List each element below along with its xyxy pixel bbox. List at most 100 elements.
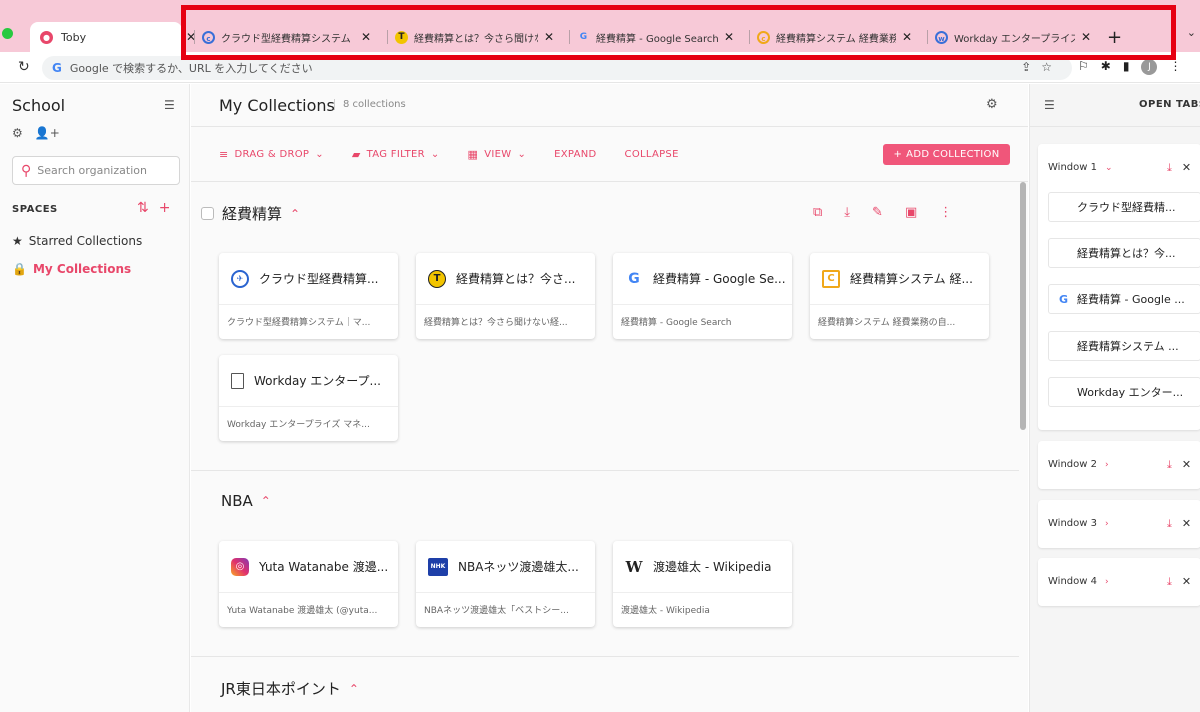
browser-tab-active[interactable]: ● Toby [30,22,182,52]
tab-card[interactable]: C 経費精算システム 経... 経費精算システム 経費業務の自... [810,253,989,339]
add-collection-button[interactable]: + ADD COLLECTION [883,144,1010,165]
window-header[interactable]: Window 4 › [1048,576,1109,587]
sidebar-actions: ⚙ 👤+ [12,126,60,140]
window-header[interactable]: Window 1 ⌄ [1048,162,1113,173]
browser-tab-title: 経費精算 - Google Search [596,33,718,45]
window-header[interactable]: Window 3 › [1048,518,1109,529]
close-icon[interactable]: ✕ [1182,575,1191,589]
window-actions: ⤓ ✕ [1167,161,1191,175]
extension-icon[interactable]: ⚐ [1078,59,1089,75]
tab-card[interactable]: T 経費精算とは？今さ... 経費精算とは？今さら聞けない経... [416,253,595,339]
puzzle-icon[interactable]: ✱ [1101,59,1111,75]
close-icon[interactable]: ✕ [544,30,554,44]
browser-tab[interactable]: c クラウド型経費精算システム ✕ [194,22,387,52]
close-icon[interactable]: ✕ [1182,517,1191,531]
scrollbar[interactable] [1020,182,1026,430]
collection-section: JR東日本ポイント ⌃ [191,658,1019,712]
more-icon[interactable]: ⋮ [939,205,952,220]
collection-checkbox[interactable] [201,207,214,220]
open-tab-item[interactable]: 経費精算システム ... [1048,331,1200,361]
close-icon[interactable]: ✕ [1182,161,1191,175]
browser-tab[interactable]: G 経費精算 - Google Search ✕ [569,22,749,52]
card-title: 渡邊雄太 - Wikipedia [653,560,772,574]
download-icon[interactable]: ⤓ [1167,517,1172,531]
card-title: NBAネッツ渡邊雄太... [458,560,579,574]
open-tab-item[interactable]: 経費精算とは？今... [1048,238,1200,268]
menu-icon[interactable]: ⋮ [1169,59,1181,75]
sidepanel-icon[interactable]: ▮ [1123,59,1130,75]
drag-drop-button[interactable]: ≡ DRAG & DROP ⌄ [219,148,324,161]
google-icon: G [579,31,588,42]
close-icon[interactable]: ✕ [724,30,734,44]
tab-card[interactable]: Workday エンタープ... Workday エンタープライズ マネ... [219,355,398,441]
open-tab-item[interactable]: Workday エンター... [1048,377,1200,407]
cloud-icon: c [202,30,215,44]
active-tab-close[interactable]: ✕ [186,22,196,52]
browser-tab[interactable]: c 経費精算システム 経費業務 ✕ [749,22,927,52]
add-user-icon[interactable]: 👤+ [35,126,60,140]
chevron-up-icon[interactable]: ⌃ [261,494,271,508]
new-tab-button[interactable]: + [1107,27,1122,48]
browser-tab[interactable]: T 経費精算とは？今さら聞けな ✕ [387,22,569,52]
button-label: DRAG & DROP [234,149,310,160]
add-space-icon[interactable]: + [159,200,171,216]
download-icon[interactable]: ⤓ [1167,161,1172,175]
collection-title[interactable]: JR東日本ポイント [221,678,341,699]
plus-icon: + [893,149,903,160]
chevron-right-icon: › [1104,459,1109,470]
reload-icon[interactable]: ↻ [18,59,30,75]
expand-button[interactable]: EXPAND [554,149,596,160]
omnibox[interactable]: G Google で検索するか、URL を入力してください ⇪☆ [42,56,1072,80]
page-title: My Collections [219,96,335,115]
download-icon[interactable]: ⤓ [1167,458,1172,472]
card-subtitle: クラウド型経費精算システム｜マ... [227,318,371,328]
collection-title[interactable]: 経費精算 [222,203,282,224]
open-tab-item[interactable]: G 経費精算 - Google ... [1048,284,1200,314]
gear-icon[interactable]: ⚙ [986,97,998,112]
card-title: Yuta Watanabe 渡邊... [259,560,389,574]
close-icon[interactable]: ✕ [902,30,912,44]
collapse-button[interactable]: COLLAPSE [625,149,679,160]
card-subtitle: Workday エンタープライズ マネ... [227,420,370,430]
window-header[interactable]: Window 2 › [1048,459,1109,470]
download-icon[interactable]: ⤓ [1167,575,1172,589]
collection-actions: ⧉ ⤓ ✎ ▣ ⋮ [813,205,952,220]
tab-card[interactable]: ✈ クラウド型経費精算... クラウド型経費精算システム｜マ... [219,253,398,339]
card-title: クラウド型経費精算... [259,272,379,286]
browser-tab-list: ✕ c クラウド型経費精算システム ✕ T 経費精算とは？今さら聞けな ✕ G … [186,22,1122,52]
chevron-up-icon[interactable]: ⌃ [349,682,359,696]
chevron-down-icon: ⌄ [517,149,527,160]
c-icon: C [822,269,840,288]
tab-card[interactable]: ◎ Yuta Watanabe 渡邊... Yuta Watanabe 渡邊雄太 … [219,541,398,627]
browser-tab-title: クラウド型経費精算システム [221,33,351,45]
collapse-panel-icon[interactable]: ☰ [1044,98,1055,112]
edit-icon[interactable]: ✎ [872,205,883,220]
window-maximize-button[interactable] [2,28,13,39]
open-tabs-icon[interactable]: ⧉ [813,205,822,220]
t-icon: T [428,269,446,288]
collection-header: JR東日本ポイント ⌃ [221,678,359,699]
avatar[interactable]: J [1141,59,1158,75]
search-input[interactable] [37,164,168,177]
collapse-sidebar-icon[interactable]: ☰ [164,98,175,112]
comment-icon[interactable]: ▣ [905,205,917,220]
chevron-down-icon[interactable]: ⌄ [1187,26,1196,39]
tab-card[interactable]: NHK NBAネッツ渡邊雄太... NBAネッツ渡邊雄太「ベストシー... [416,541,595,627]
close-icon[interactable]: ✕ [1182,458,1191,472]
download-icon[interactable]: ⤓ [844,205,850,220]
browser-tab[interactable]: w Workday エンタープライズ ✕ [927,22,1099,52]
tab-card[interactable]: W 渡邊雄太 - Wikipedia 渡邊雄太 - Wikipedia [613,541,792,627]
tag-filter-button[interactable]: ▰ TAG FILTER ⌄ [352,148,440,161]
close-icon[interactable]: ✕ [1081,30,1091,44]
sort-icon[interactable]: ⇅ [137,200,149,216]
close-icon[interactable]: ✕ [361,30,371,44]
sidebar-item-starred[interactable]: ★ Starred Collections [12,234,142,248]
tab-card[interactable]: G 経費精算 - Google Se... 経費精算 - Google Searc… [613,253,792,339]
view-button[interactable]: ▦ VIEW ⌄ [468,148,527,161]
gear-icon[interactable]: ⚙ [12,126,23,140]
share-star-icons[interactable]: ⇪☆ [1021,60,1062,74]
chevron-up-icon[interactable]: ⌃ [290,207,300,221]
collection-title[interactable]: NBA [221,492,253,510]
open-tab-item[interactable]: クラウド型経費精... [1048,192,1200,222]
sidebar-item-my-collections[interactable]: 🔒 My Collections [12,262,131,276]
